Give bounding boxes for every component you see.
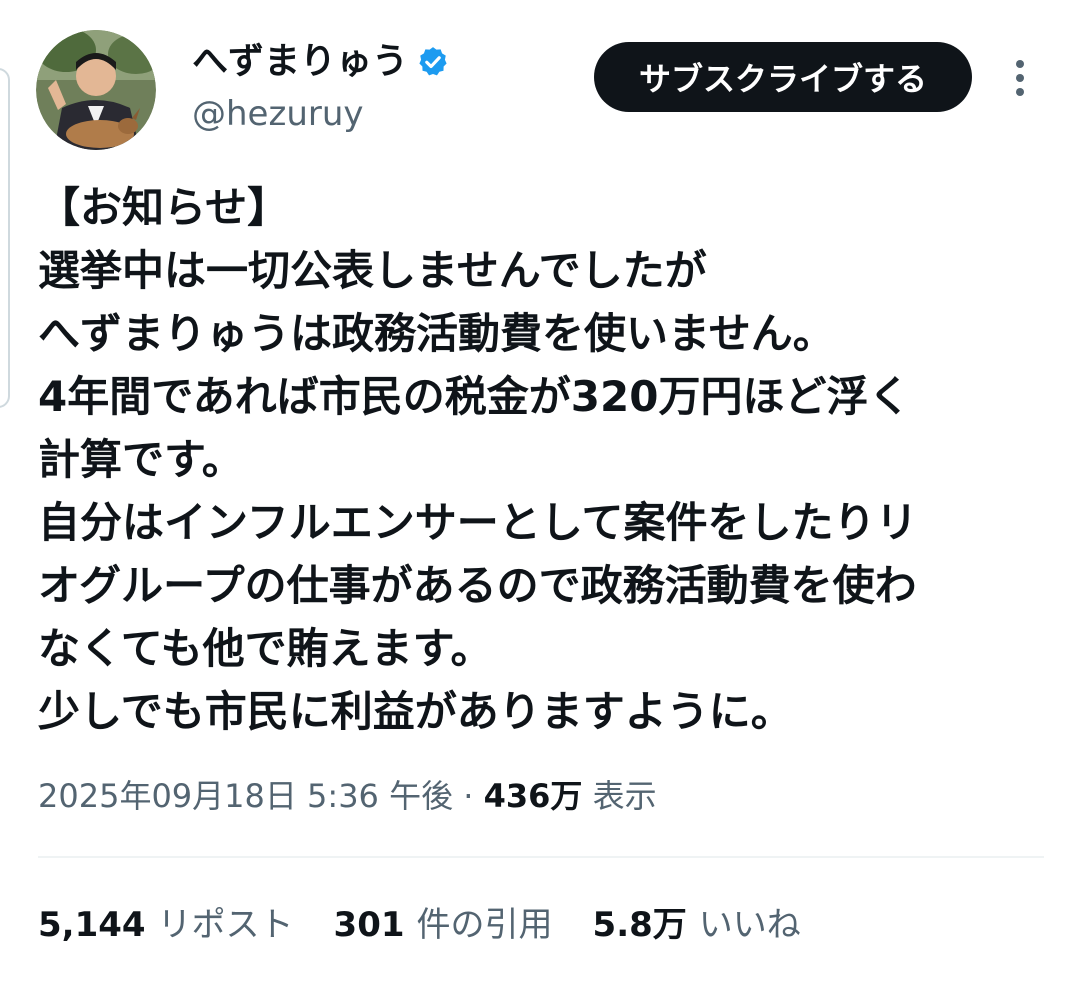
author-display-name[interactable]: へずまりゅう xyxy=(192,38,408,86)
likes-count: 5.8万 xyxy=(592,905,687,945)
author-handle[interactable]: @hezuruy xyxy=(192,92,364,136)
tweet-meta: 2025年09月18日 5:36 午後 · 436万 表示 xyxy=(38,772,657,820)
tweet-line: 4年間であれば市民の税金が320万円ほど浮く xyxy=(38,372,911,421)
timestamp-link[interactable]: 2025年09月18日 5:36 午後 xyxy=(38,777,453,815)
quotes-label: 件の引用 xyxy=(416,905,553,945)
verified-badge-icon[interactable] xyxy=(416,45,450,79)
subscribe-button[interactable]: サブスクライブする xyxy=(594,42,972,112)
quotes-count: 301 xyxy=(333,905,405,945)
author-name-row[interactable]: へずまりゅう xyxy=(192,38,450,86)
tweet-line: 【お知らせ】 xyxy=(38,183,290,232)
tweet-line: へずまりゅうは政務活動費を使いません。 xyxy=(38,309,835,358)
reposts-count: 5,144 xyxy=(38,905,146,945)
reposts-label: リポスト xyxy=(157,905,294,945)
tweet-line: なくても他で賄えます。 xyxy=(38,624,493,673)
tweet-line: 自分はインフルエンサーとして案件をしたりリ xyxy=(38,498,918,547)
likes-stat[interactable]: 5.8万 いいね xyxy=(593,902,801,948)
tweet-line: 少しでも市民に利益がありますように。 xyxy=(38,687,793,736)
meta-separator: · xyxy=(453,777,484,815)
avatar[interactable] xyxy=(36,30,156,150)
engagement-stats: 5,144 リポスト 301 件の引用 5.8万 いいね xyxy=(38,902,841,948)
more-vertical-icon[interactable] xyxy=(1006,58,1034,98)
quotes-stat[interactable]: 301 件の引用 xyxy=(334,902,553,948)
tweet-line: 選挙中は一切公表しませんでしたが xyxy=(38,246,707,295)
tweet-line: オグループの仕事があるので政務活動費を使わ xyxy=(38,561,917,610)
reposts-stat[interactable]: 5,144 リポスト xyxy=(38,902,294,948)
views-count[interactable]: 436万 xyxy=(484,777,583,815)
divider xyxy=(38,856,1044,858)
left-panel-edge xyxy=(0,68,10,408)
tweet-text: 【お知らせ】 選挙中は一切公表しませんでしたが へずまりゅうは政務活動費を使いま… xyxy=(38,176,1048,743)
avatar-photo-icon xyxy=(36,30,156,150)
views-label[interactable]: 表示 xyxy=(582,777,657,815)
tweet-line: 計算です。 xyxy=(38,435,244,484)
likes-label: いいね xyxy=(698,905,801,945)
